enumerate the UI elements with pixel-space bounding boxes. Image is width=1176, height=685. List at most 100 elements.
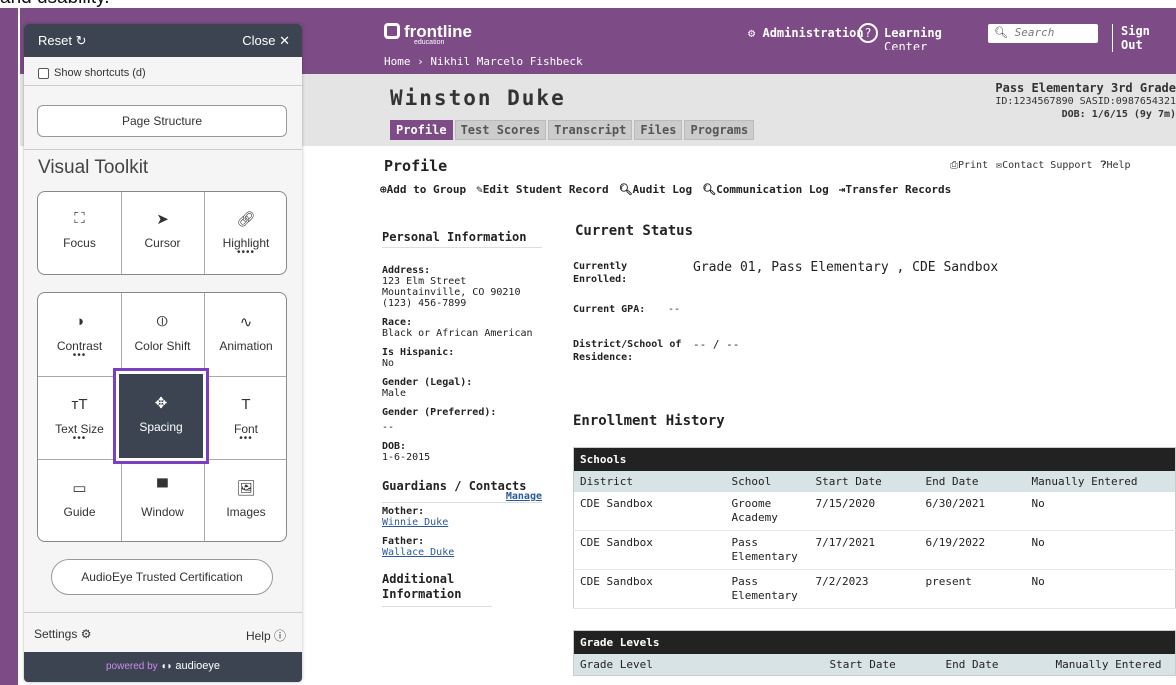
tool-cursor[interactable]: ➤ Cursor — [121, 210, 204, 250]
column-header[interactable]: Grade Level — [573, 654, 824, 676]
page-structure-button[interactable]: Page Structure — [37, 105, 287, 137]
tool-text-size[interactable]: ᴛT Text Size ••• — [38, 396, 121, 444]
column-header[interactable]: Start Date — [823, 654, 940, 676]
move-arrows-icon: ✥ — [154, 395, 168, 412]
powered-by-footer[interactable]: powered by ◖◗ audioeye — [24, 652, 302, 682]
audioeye-brand: audioeye — [175, 660, 220, 672]
close-button[interactable]: Close ✕ — [242, 33, 290, 49]
column-header[interactable]: District — [573, 471, 726, 492]
reset-button[interactable]: Reset ↻ — [38, 33, 87, 49]
table-cell: 6/19/2022 — [919, 530, 1026, 570]
column-header[interactable]: School — [725, 471, 810, 492]
tool-animation[interactable]: ∿ Animation — [204, 313, 286, 353]
column-header[interactable]: Manually Entered — [1025, 471, 1176, 492]
enrolled-label: Currently Enrolled: — [573, 261, 628, 285]
dob-value: 1-6-2015 — [382, 452, 431, 463]
settings-button[interactable]: Settings ⚙ — [34, 627, 91, 641]
administration-link[interactable]: ⚙ Administration — [748, 26, 864, 40]
tool-images[interactable]: 🖼︎ Images — [204, 479, 286, 519]
column-header[interactable]: End Date — [919, 471, 1026, 492]
manage-contacts-link[interactable]: Manage — [506, 491, 542, 502]
grade-levels-table: Grade Levels Grade Level Start Date End … — [573, 630, 1176, 676]
table-row: CDE Sandbox Groome Academy 7/15/2020 6/3… — [573, 492, 1176, 531]
tool-window[interactable]: ▀ Window — [121, 479, 204, 519]
brand-logo[interactable]: frontline education — [384, 22, 472, 46]
page-caption: and usability. — [0, 0, 1176, 8]
audioeye-logo-icon: ◖◗ — [160, 661, 173, 672]
tool-spacing[interactable]: ✥ Spacing — [119, 374, 203, 458]
tool-contrast[interactable]: ◑ Contrast ••• — [38, 313, 121, 361]
race-value: Black or African American — [382, 328, 533, 339]
tool-font[interactable]: T Font ••• — [204, 396, 286, 444]
help-link[interactable]: ❓︎Help — [1100, 160, 1130, 171]
close-icon: ✕ — [279, 33, 290, 48]
schools-table: Schools District School Start Date End D… — [573, 447, 1176, 609]
table-row: CDE Sandbox Pass Elementary 7/2/2023 pre… — [573, 569, 1176, 609]
search-icon: 🔍︎ — [702, 183, 717, 196]
sign-out-link[interactable]: Sign Out — [1112, 24, 1176, 52]
divider — [24, 85, 302, 86]
cursor-icon: ➤ — [156, 211, 169, 228]
current-status-heading: Current Status — [575, 223, 694, 239]
column-header[interactable]: Manually Entered — [1049, 654, 1176, 676]
column-header[interactable]: Start Date — [809, 471, 920, 492]
address-line: 123 Elm Street — [382, 276, 467, 287]
column-header[interactable]: End Date — [939, 654, 1050, 676]
contact-support-link[interactable]: ✉Contact Support — [996, 160, 1092, 171]
help-button[interactable]: Help ⓘ — [246, 627, 286, 644]
breadcrumb[interactable]: Home › Nikhil Marcelo Fishbeck — [384, 55, 583, 68]
text-size-icon: ᴛT — [71, 396, 88, 413]
father-label: Father: — [382, 536, 425, 547]
powered-by-label: powered by — [105, 661, 158, 672]
window-icon: ▀ — [157, 479, 168, 496]
checkbox-icon — [38, 67, 49, 79]
edit-student-record-link[interactable]: ✎Edit Student Record — [476, 183, 608, 196]
table-cell: CDE Sandbox — [573, 492, 726, 531]
tab-test-scores[interactable]: Test Scores — [454, 120, 547, 140]
tab-transcript[interactable]: Transcript — [548, 120, 633, 140]
mother-label: Mother: — [382, 506, 425, 517]
animation-icon: ∿ — [239, 314, 253, 331]
father-link[interactable]: Wallace Duke — [382, 547, 542, 558]
tool-highlight[interactable]: 🔗︎ Highlight •••• — [204, 210, 286, 258]
print-link[interactable]: ⎙Print — [950, 160, 988, 171]
tab-profile[interactable]: Profile — [390, 120, 453, 140]
gear-icon: ⚙ — [748, 26, 756, 40]
search-input[interactable]: 🔍︎ Search — [988, 24, 1098, 43]
student-name: Winston Duke — [390, 86, 566, 110]
certification-button[interactable]: AudioEye Trusted Certification — [51, 559, 273, 595]
audit-log-link[interactable]: 🔍︎Audit Log — [619, 183, 693, 196]
transfer-records-link[interactable]: ⇥Transfer Records — [839, 183, 952, 196]
mother-link[interactable]: Winnie Duke — [382, 517, 542, 528]
district-label: District/School of Residence: — [573, 339, 682, 363]
learning-center-link[interactable]: Learning Center — [884, 26, 942, 50]
color-shift-icon: ⦶ — [157, 313, 168, 330]
section-heading: Additional Information — [382, 572, 492, 607]
help-circle-icon: ⓘ — [273, 629, 286, 643]
help-circle-icon[interactable]: ? — [858, 23, 878, 43]
communication-log-link[interactable]: 🔍︎Communication Log — [702, 183, 829, 196]
preferred-gender-label: Gender (Preferred): — [382, 407, 497, 418]
table-cell: No — [1025, 569, 1176, 609]
address-line: Mountainville, CO 90210 — [382, 287, 521, 298]
table-cell: 7/15/2020 — [809, 492, 920, 531]
district-value: -- / -- — [693, 338, 740, 351]
preferred-gender-value: -- — [382, 422, 395, 433]
add-to-group-link[interactable]: ⊕Add to Group — [380, 183, 466, 196]
personal-info-column: Personal Information Address: 123 Elm St… — [382, 231, 542, 607]
table-cell: Pass Elementary — [725, 569, 810, 609]
tool-color-shift[interactable]: ⦶ Color Shift — [121, 313, 204, 353]
table-cell: No — [1025, 530, 1176, 570]
divider — [24, 612, 302, 613]
tab-programs[interactable]: Programs — [684, 120, 755, 140]
table-caption: Grade Levels — [573, 630, 1176, 654]
table-caption: Schools — [573, 447, 1176, 471]
tab-files[interactable]: Files — [634, 120, 683, 140]
profile-utilities: ⎙Print ✉Contact Support ❓︎Help — [950, 160, 1131, 171]
shortcuts-checkbox[interactable]: Show shortcuts (d) — [38, 67, 146, 79]
tool-guide[interactable]: ▭ Guide — [38, 479, 121, 519]
left-edge-bar — [0, 8, 18, 685]
visual-toolkit-panel: Reset ↻ Close ✕ Show shortcuts (d) Page … — [24, 24, 302, 682]
tool-focus[interactable]: ⛶ Focus — [38, 210, 121, 250]
level-dots: ••• — [72, 433, 87, 444]
